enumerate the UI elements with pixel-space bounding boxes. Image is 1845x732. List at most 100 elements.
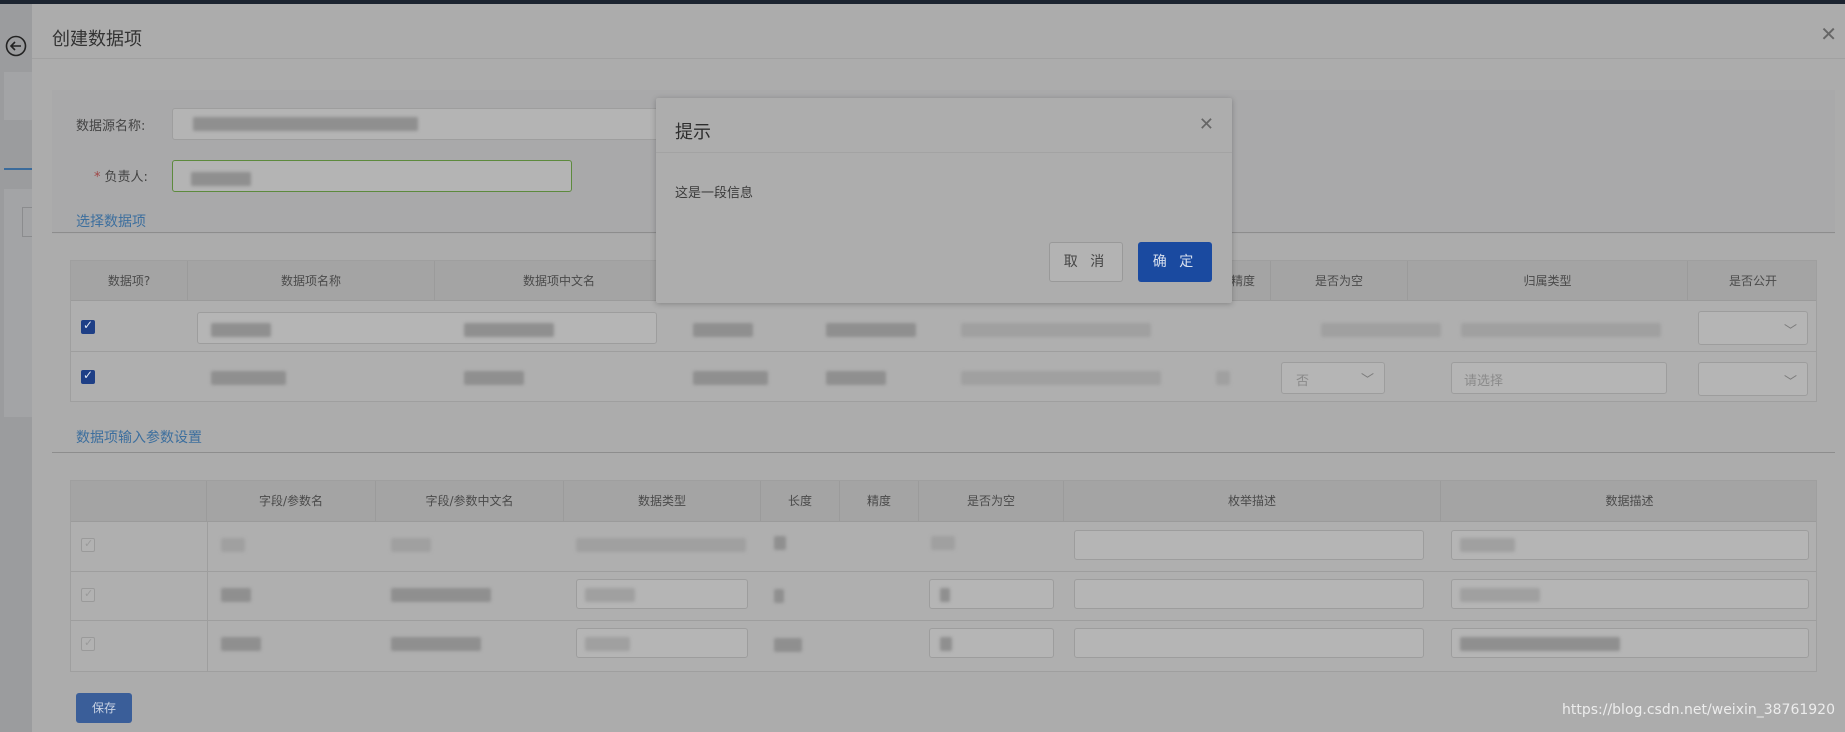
redacted-text xyxy=(221,538,245,552)
enum-desc-input[interactable] xyxy=(1074,628,1424,658)
drawer-close-icon[interactable]: ✕ xyxy=(1820,24,1837,44)
watermark-url: https://blog.csdn.net/weixin_38761920 xyxy=(1561,702,1835,718)
th-enum-desc: 枚举描述 xyxy=(1064,481,1441,522)
public-select[interactable]: ﹀ xyxy=(1698,311,1808,345)
redacted-text xyxy=(191,172,251,186)
redacted-text xyxy=(464,371,524,385)
message-dialog: 提示 ✕ 这是一段信息 取 消 确 定 xyxy=(656,98,1232,303)
row-checkbox-disabled xyxy=(81,537,95,552)
redacted-text xyxy=(826,371,886,385)
th-field-name: 字段/参数名 xyxy=(207,481,376,522)
bg-block xyxy=(4,72,32,120)
input-params-table: 字段/参数名 字段/参数中文名 数据类型 长度 精度 是否为空 枚举描述 数据描… xyxy=(70,480,1817,672)
redacted-text xyxy=(940,637,952,651)
th-nullable: 是否为空 xyxy=(919,481,1064,522)
bg-tab-underline xyxy=(4,168,32,170)
data-type-select[interactable] xyxy=(576,628,748,658)
owner-input[interactable] xyxy=(172,160,572,192)
th-nullable: 是否为空 xyxy=(1271,261,1408,301)
bg-input xyxy=(22,207,32,237)
datasource-name-input[interactable] xyxy=(172,108,682,140)
redacted-text xyxy=(211,323,271,337)
ok-button[interactable]: 确 定 xyxy=(1138,242,1212,282)
data-desc-input[interactable] xyxy=(1451,530,1809,560)
redacted-text xyxy=(1460,538,1515,552)
category-placeholder: 请选择 xyxy=(1464,374,1504,389)
redacted-text xyxy=(391,538,431,552)
redacted-text xyxy=(1460,637,1620,651)
th-precision: 精度 xyxy=(840,481,919,522)
th-category: 归属类型 xyxy=(1408,261,1688,301)
redacted-text xyxy=(961,323,1151,337)
redacted-text xyxy=(693,371,768,385)
data-type-select[interactable] xyxy=(576,579,748,609)
dialog-header: 提示 ✕ xyxy=(656,98,1232,153)
chevron-down-icon: ﹀ xyxy=(1360,373,1374,388)
redacted-text xyxy=(211,371,286,385)
th-data-desc: 数据描述 xyxy=(1605,494,1654,508)
datasource-label: 数据源名称: xyxy=(76,119,146,134)
redacted-text xyxy=(585,637,630,651)
dialog-title: 提示 xyxy=(675,122,711,143)
section-input-params[interactable]: 数据项输入参数设置 xyxy=(76,427,202,447)
redacted-text xyxy=(221,588,251,602)
redacted-text xyxy=(826,323,916,337)
redacted-text xyxy=(576,538,746,552)
chevron-down-icon: ﹀ xyxy=(1783,324,1797,339)
table-header: 字段/参数名 字段/参数中文名 数据类型 长度 精度 是否为空 枚举描述 数据描… xyxy=(71,481,1816,522)
redacted-text xyxy=(585,588,635,602)
drawer-title: 创建数据项 xyxy=(52,29,142,50)
redacted-text xyxy=(464,323,554,337)
th-field-cn-name: 字段/参数中文名 xyxy=(376,481,564,522)
redacted-text xyxy=(931,536,955,550)
section-select-data-items[interactable]: 选择数据项 xyxy=(76,211,146,231)
redacted-text xyxy=(693,323,753,337)
redacted-text xyxy=(940,588,950,602)
redacted-text xyxy=(1216,371,1230,385)
redacted-text xyxy=(774,638,802,652)
section-divider xyxy=(52,452,1835,453)
row-checkbox-disabled xyxy=(81,587,95,602)
redacted-text xyxy=(221,637,261,651)
data-desc-input[interactable] xyxy=(1451,579,1809,609)
category-select[interactable]: 请选择 xyxy=(1451,362,1667,394)
redacted-text xyxy=(193,117,418,131)
redacted-text xyxy=(391,637,481,651)
dialog-close-icon[interactable]: ✕ xyxy=(1199,114,1214,135)
nullable-select[interactable]: 否 ﹀ xyxy=(1281,362,1385,394)
back-arrow-icon[interactable] xyxy=(5,35,27,57)
th-public: 是否公开 xyxy=(1728,274,1777,288)
nullable-select[interactable] xyxy=(929,579,1054,609)
th-precision: 精度 xyxy=(1231,261,1271,301)
required-mark: * xyxy=(94,170,101,185)
redacted-text xyxy=(961,371,1161,385)
redacted-text xyxy=(774,589,784,603)
th-item-cn-name: 数据项中文名 xyxy=(522,274,595,288)
cancel-button[interactable]: 取 消 xyxy=(1049,242,1123,282)
row-divider xyxy=(71,620,1816,621)
th-checkbox: 数据项? xyxy=(71,261,188,301)
chevron-down-icon: ﹀ xyxy=(1783,375,1797,390)
row-divider xyxy=(71,571,1816,572)
enum-desc-input[interactable] xyxy=(1074,579,1424,609)
redacted-text xyxy=(1321,323,1441,337)
owner-label: * 负责人: xyxy=(94,166,148,185)
col-divider xyxy=(207,522,208,672)
redacted-text xyxy=(391,588,491,602)
public-select[interactable]: ﹀ xyxy=(1698,362,1808,396)
redacted-text xyxy=(1461,323,1661,337)
redacted-text xyxy=(774,536,786,550)
row-checkbox[interactable] xyxy=(81,368,95,384)
th-data-type: 数据类型 xyxy=(564,481,761,522)
nullable-select[interactable] xyxy=(929,628,1054,658)
owner-label-text: 负责人: xyxy=(104,170,148,185)
save-button[interactable]: 保存 xyxy=(76,693,132,723)
drawer-header: 创建数据项 ✕ xyxy=(32,4,1845,59)
nullable-select-value: 否 xyxy=(1296,374,1310,389)
th-empty xyxy=(71,481,207,522)
th-length: 长度 xyxy=(761,481,840,522)
row-checkbox[interactable] xyxy=(81,318,95,334)
data-desc-input[interactable] xyxy=(1451,628,1809,658)
redacted-text xyxy=(1460,588,1540,602)
enum-desc-input[interactable] xyxy=(1074,530,1424,560)
